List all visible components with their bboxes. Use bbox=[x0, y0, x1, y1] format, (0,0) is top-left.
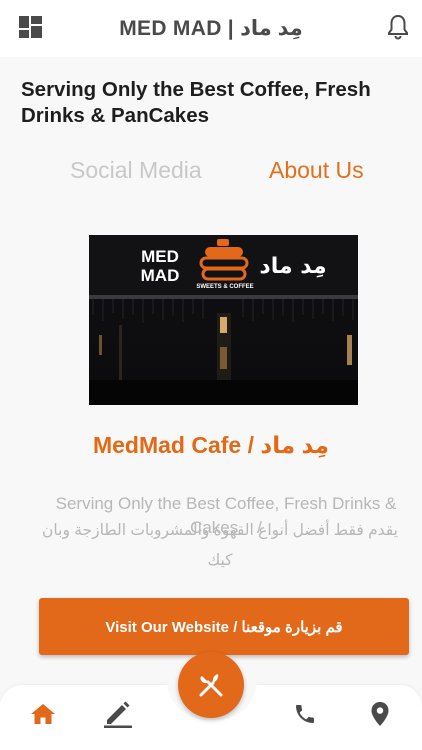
page-headline: Serving Only the Best Coffee, Fresh Drin… bbox=[21, 78, 371, 127]
phone-icon[interactable] bbox=[290, 700, 320, 728]
sign-text-subtitle: SWEETS & COFFEE bbox=[196, 284, 253, 290]
visit-website-button[interactable]: Visit Our Website / قم بزيارة موقعنا bbox=[39, 598, 409, 655]
cafe-name: MedMad Cafe / مِد ماد bbox=[92, 432, 330, 458]
tab-bar: Social Media About Us bbox=[0, 157, 422, 187]
notification-bell-icon[interactable] bbox=[387, 14, 409, 40]
description-arabic: يقدم فقط أفضل أنواع القهوة والمشروبات ال… bbox=[42, 522, 398, 569]
edit-icon[interactable] bbox=[103, 700, 133, 728]
sign-text-med: MED bbox=[141, 247, 179, 266]
sign-text-arabic: مِد ماد bbox=[259, 254, 326, 279]
dashboard-icon[interactable] bbox=[19, 16, 42, 38]
sign-text-mad: MAD bbox=[141, 266, 180, 285]
restaurant-icon bbox=[199, 674, 223, 697]
cafe-storefront-photo: MED MAD SWEETS & COFFEE مِد ماد bbox=[89, 235, 358, 405]
menu-restaurant-button[interactable] bbox=[178, 652, 244, 718]
app-title: MED MAD | مِد ماد bbox=[119, 17, 303, 40]
tab-about-us[interactable]: About Us bbox=[269, 157, 364, 184]
location-icon[interactable] bbox=[365, 700, 395, 728]
app-bar: MED MAD | مِد ماد bbox=[0, 0, 422, 57]
home-icon[interactable] bbox=[28, 700, 58, 728]
tab-social-media[interactable]: Social Media bbox=[70, 157, 202, 184]
